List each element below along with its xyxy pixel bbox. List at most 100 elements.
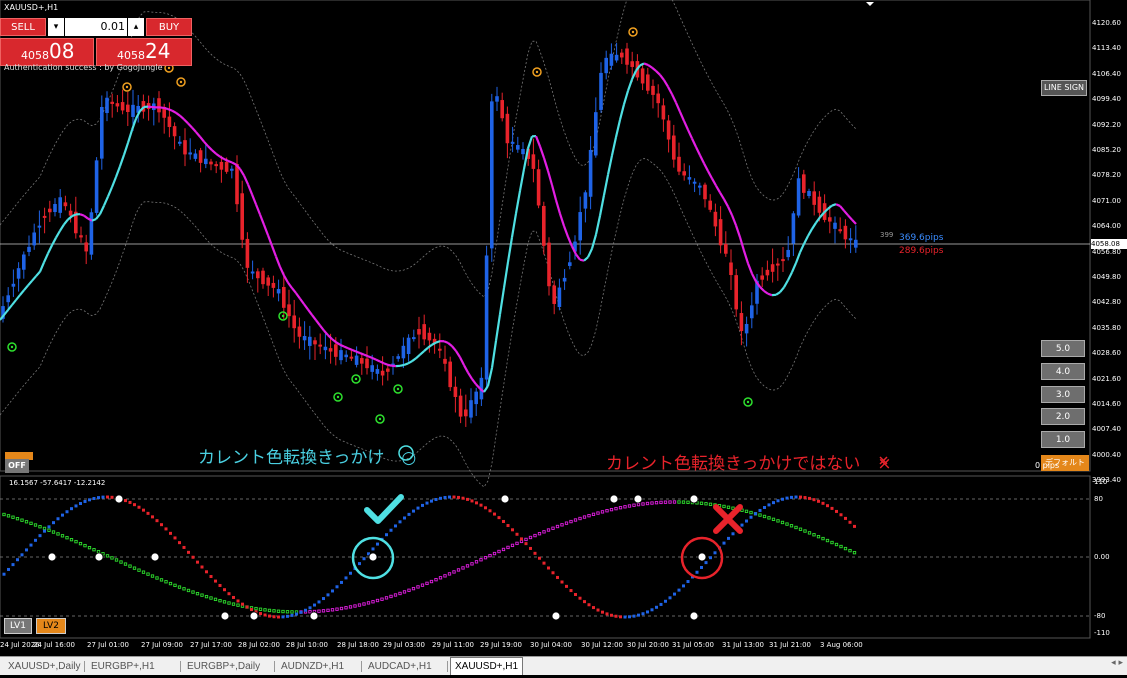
oscillator-fast-dot bbox=[250, 608, 253, 611]
oscillator-fast-dot bbox=[264, 614, 267, 617]
oscillator-slow-dot bbox=[403, 591, 405, 593]
buy-button[interactable]: BUY bbox=[146, 18, 192, 36]
lot-size-input[interactable]: 0.01 bbox=[65, 18, 127, 36]
lv2-button[interactable]: LV2 bbox=[36, 618, 66, 634]
candle-body bbox=[282, 287, 286, 308]
chart-tab[interactable]: AUDCAD+,H1 bbox=[364, 659, 436, 674]
oscillator-cross-marker-icon bbox=[501, 495, 509, 503]
chart-tab[interactable]: XAUUSD+,H1 bbox=[450, 657, 523, 675]
ask-price-box[interactable]: 4058 24 bbox=[96, 38, 192, 66]
tab-scroll-arrows[interactable]: ◂ ▸ bbox=[1111, 658, 1123, 668]
oscillator-slow-dot bbox=[687, 501, 689, 503]
oscillator-fast-dot bbox=[187, 551, 190, 554]
candle-body bbox=[157, 98, 161, 112]
level-button-5[interactable]: 5.0 bbox=[1041, 340, 1085, 357]
oscillator-slow-dot bbox=[16, 517, 18, 519]
price-axis-label: 4113.40 bbox=[1092, 44, 1121, 52]
candle-body bbox=[17, 268, 21, 278]
chart-area[interactable] bbox=[0, 0, 1127, 674]
candle-body bbox=[240, 193, 244, 239]
level-button-3[interactable]: 3.0 bbox=[1041, 386, 1085, 403]
oscillator-slow-dot bbox=[372, 601, 374, 603]
line-sign-button[interactable]: LINE SIGN bbox=[1041, 80, 1087, 96]
oscillator-fast-dot bbox=[403, 516, 406, 519]
candle-body bbox=[750, 305, 754, 318]
oscillator-slow-dot bbox=[831, 541, 833, 543]
oscillator-slow-dot bbox=[196, 592, 198, 594]
candle-body bbox=[651, 86, 655, 95]
bid-price-box[interactable]: 4058 08 bbox=[0, 38, 94, 66]
oscillator-slow-dot bbox=[534, 534, 536, 536]
off-button[interactable]: OFF bbox=[5, 459, 29, 473]
pips-red-label: 289.6pips bbox=[899, 246, 943, 256]
oscillator-fast-dot bbox=[529, 547, 532, 550]
price-chart[interactable] bbox=[0, 0, 1127, 674]
candle-body bbox=[313, 340, 317, 344]
oscillator-slow-dot bbox=[750, 511, 752, 513]
chart-tab[interactable]: AUDNZD+,H1 bbox=[277, 659, 348, 674]
candle-body bbox=[802, 174, 806, 192]
candle-body bbox=[448, 362, 452, 388]
price-axis-label: 4092.20 bbox=[1092, 121, 1121, 129]
oscillator-fast-dot bbox=[426, 502, 429, 505]
oscillator-fast-dot bbox=[601, 611, 604, 614]
candle-body bbox=[303, 336, 307, 340]
oscillator-slow-dot bbox=[439, 577, 441, 579]
oscillator-slow-dot bbox=[210, 597, 212, 599]
candle-body bbox=[32, 232, 36, 245]
oscillator-scale-label: 0.00 bbox=[1094, 553, 1110, 561]
oscillator-slow-dot bbox=[475, 561, 477, 563]
lot-decrease-button[interactable]: ▾ bbox=[48, 18, 64, 36]
oscillator-fast-dot bbox=[799, 496, 802, 499]
candle-body bbox=[116, 103, 120, 106]
oscillator-fast-dot bbox=[385, 533, 388, 536]
oscillator-slow-dot bbox=[106, 555, 108, 557]
oscillator-cross-marker-icon bbox=[698, 553, 706, 561]
candle-body bbox=[818, 197, 822, 213]
candle-body bbox=[6, 295, 10, 302]
oscillator-fast-dot bbox=[142, 509, 145, 512]
oscillator-slow-dot bbox=[88, 546, 90, 548]
oscillator-slow-dot bbox=[588, 514, 590, 516]
oscillator-slow-dot bbox=[277, 610, 279, 612]
chart-tab[interactable]: EURGBP+,Daily bbox=[183, 659, 264, 674]
oscillator-slow-dot bbox=[660, 501, 662, 503]
level-button-4[interactable]: 4.0 bbox=[1041, 363, 1085, 380]
oscillator-fast-dot bbox=[592, 606, 595, 609]
oscillator-fast-dot bbox=[678, 589, 681, 592]
oscillator-slow-dot bbox=[84, 544, 86, 546]
oscillator-slow-dot bbox=[147, 573, 149, 575]
oscillator-cross-marker-icon bbox=[690, 612, 698, 620]
oscillator-fast-dot bbox=[453, 496, 456, 499]
candle-body bbox=[251, 272, 255, 274]
lv1-button[interactable]: LV1 bbox=[4, 618, 32, 634]
chart-tab[interactable]: EURGBP+,H1 bbox=[87, 659, 159, 674]
oscillator-slow-dot bbox=[201, 594, 203, 596]
oscillator-slow-dot bbox=[457, 569, 459, 571]
oscillator-slow-dot bbox=[25, 521, 27, 523]
candle-body bbox=[334, 344, 338, 356]
oscillator-fast-dot bbox=[376, 543, 379, 546]
oscillator-slow-dot bbox=[583, 516, 585, 518]
oscillator-fast-dot bbox=[84, 500, 87, 503]
lot-increase-button[interactable]: ▴ bbox=[128, 18, 144, 36]
sell-button[interactable]: SELL bbox=[0, 18, 46, 36]
pip-count: 399 bbox=[880, 231, 893, 239]
ask-price-digits: 24 bbox=[145, 39, 170, 63]
oscillator-slow-dot bbox=[52, 531, 54, 533]
oscillator-slow-dot bbox=[610, 508, 612, 510]
oscillator-slow-dot bbox=[61, 535, 63, 537]
oscillator-fast-dot bbox=[547, 566, 550, 569]
candle-body bbox=[443, 359, 447, 364]
oscillator-fast-dot bbox=[772, 501, 775, 504]
oscillator-fast-dot bbox=[606, 612, 609, 615]
candle-body bbox=[542, 206, 546, 246]
chart-tab[interactable]: XAUUSD+,Daily bbox=[4, 659, 85, 674]
level-button-2[interactable]: 2.0 bbox=[1041, 408, 1085, 425]
oscillator-fast-dot bbox=[124, 499, 127, 502]
oscillator-fast-dot bbox=[133, 503, 136, 506]
oscillator-fast-dot bbox=[412, 510, 415, 513]
candle-body bbox=[272, 283, 276, 288]
candle-body bbox=[230, 169, 234, 171]
level-button-1[interactable]: 1.0 bbox=[1041, 431, 1085, 448]
